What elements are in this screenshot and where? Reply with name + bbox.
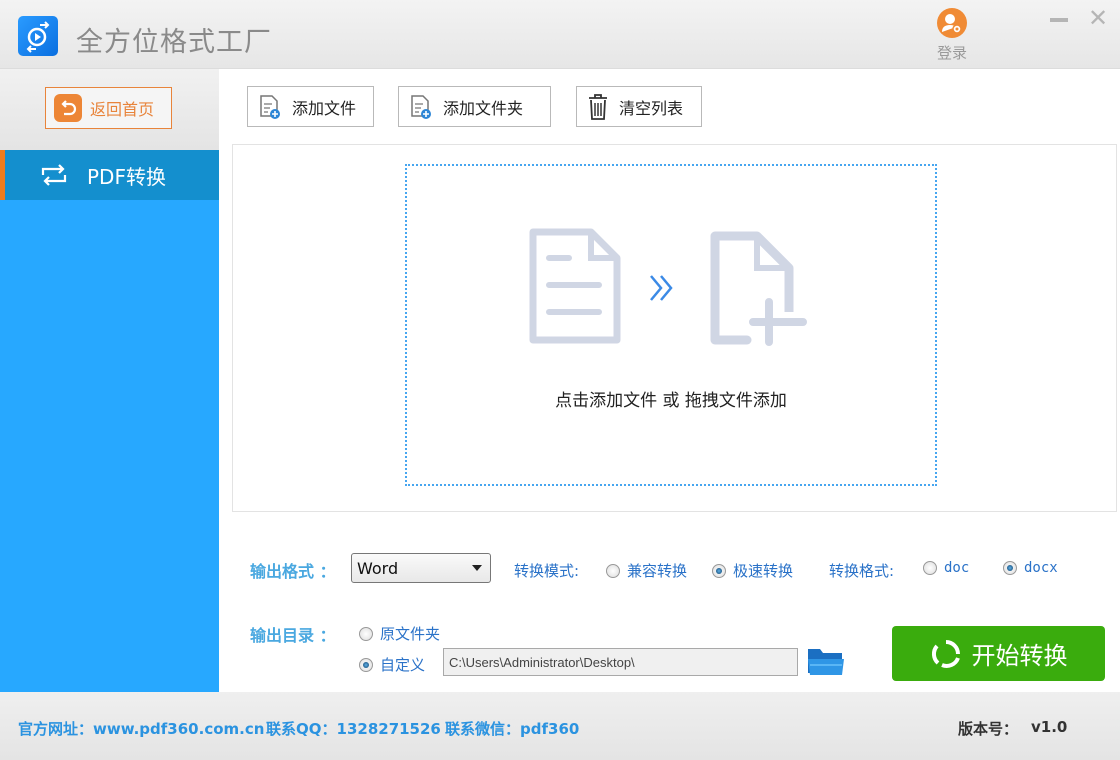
folder-icon [808,649,844,675]
double-chevron-right-icon [650,275,673,301]
website-link[interactable]: 官方网址：www.pdf360.com.cn [18,718,264,739]
minimize-button[interactable] [1050,18,1068,22]
convert-format-label: 转换格式: [829,562,895,580]
output-path-input[interactable] [443,648,798,676]
drop-hint: 点击添加文件 或 拖拽文件添加 [555,391,787,411]
start-convert-button[interactable]: 开始转换 [892,626,1105,681]
sidebar-item-pdf-convert[interactable]: PDF转换 [0,150,219,200]
add-folder-button[interactable]: 添加文件夹 [398,86,551,127]
output-format-select[interactable]: Word [351,553,491,583]
add-folder-icon [411,94,431,119]
version-value: v1.0 [1031,718,1068,736]
radio-fast-convert[interactable]: 极速转换 [712,560,793,581]
radio-docx[interactable]: docx [1003,560,1058,576]
version-label: 版本号： [958,720,1019,738]
footer: 官方网址：www.pdf360.com.cn 联系QQ：1328271526 联… [0,692,1120,760]
start-convert-label: 开始转换 [971,642,1068,670]
back-home-label: 返回首页 [90,100,155,119]
login-button[interactable]: 登录 [930,8,974,63]
clear-list-label: 清空列表 [619,98,684,118]
add-file-button[interactable]: 添加文件 [247,86,374,127]
new-file-icon [710,231,807,346]
app-logo-icon [18,16,58,56]
convert-mode-label: 转换模式: [514,562,580,580]
app-title: 全方位格式工厂 [76,27,272,58]
document-icon [529,228,621,344]
back-home-button[interactable]: 返回首页 [45,87,172,129]
sidebar: 返回首页 PDF转换 [0,69,219,692]
radio-source-folder[interactable]: 原文件夹 [359,623,440,644]
trash-icon [589,93,607,120]
chevron-down-icon [472,565,482,571]
add-folder-label: 添加文件夹 [443,98,524,118]
back-arrow-icon [54,94,82,122]
add-file-icon [260,94,280,119]
repeat-icon [41,164,67,186]
user-icon [937,8,967,38]
radio-doc[interactable]: doc [923,560,969,576]
browse-folder-button[interactable] [806,645,846,677]
output-format-value: Word [357,558,399,578]
login-label: 登录 [936,44,967,62]
output-format-label: 输出格式 ： [250,562,336,581]
qq-contact: 联系QQ：1328271526 [266,720,441,738]
output-dir-label: 输出目录 ： [250,626,336,645]
refresh-icon [931,639,960,668]
sidebar-item-label: PDF转换 [87,164,166,189]
file-drop-zone[interactable]: 点击添加文件 或 拖拽文件添加 [405,164,937,486]
radio-custom-folder[interactable]: 自定义 [359,654,425,675]
wechat-contact: 联系微信：pdf360 [445,720,580,738]
clear-list-button[interactable]: 清空列表 [576,86,702,127]
add-file-label: 添加文件 [292,98,357,118]
title-bar: 全方位格式工厂 登录 ✕ [0,0,1120,69]
convert-illustration [529,228,807,346]
close-button[interactable]: ✕ [1088,6,1108,30]
radio-compat-convert[interactable]: 兼容转换 [606,560,687,581]
